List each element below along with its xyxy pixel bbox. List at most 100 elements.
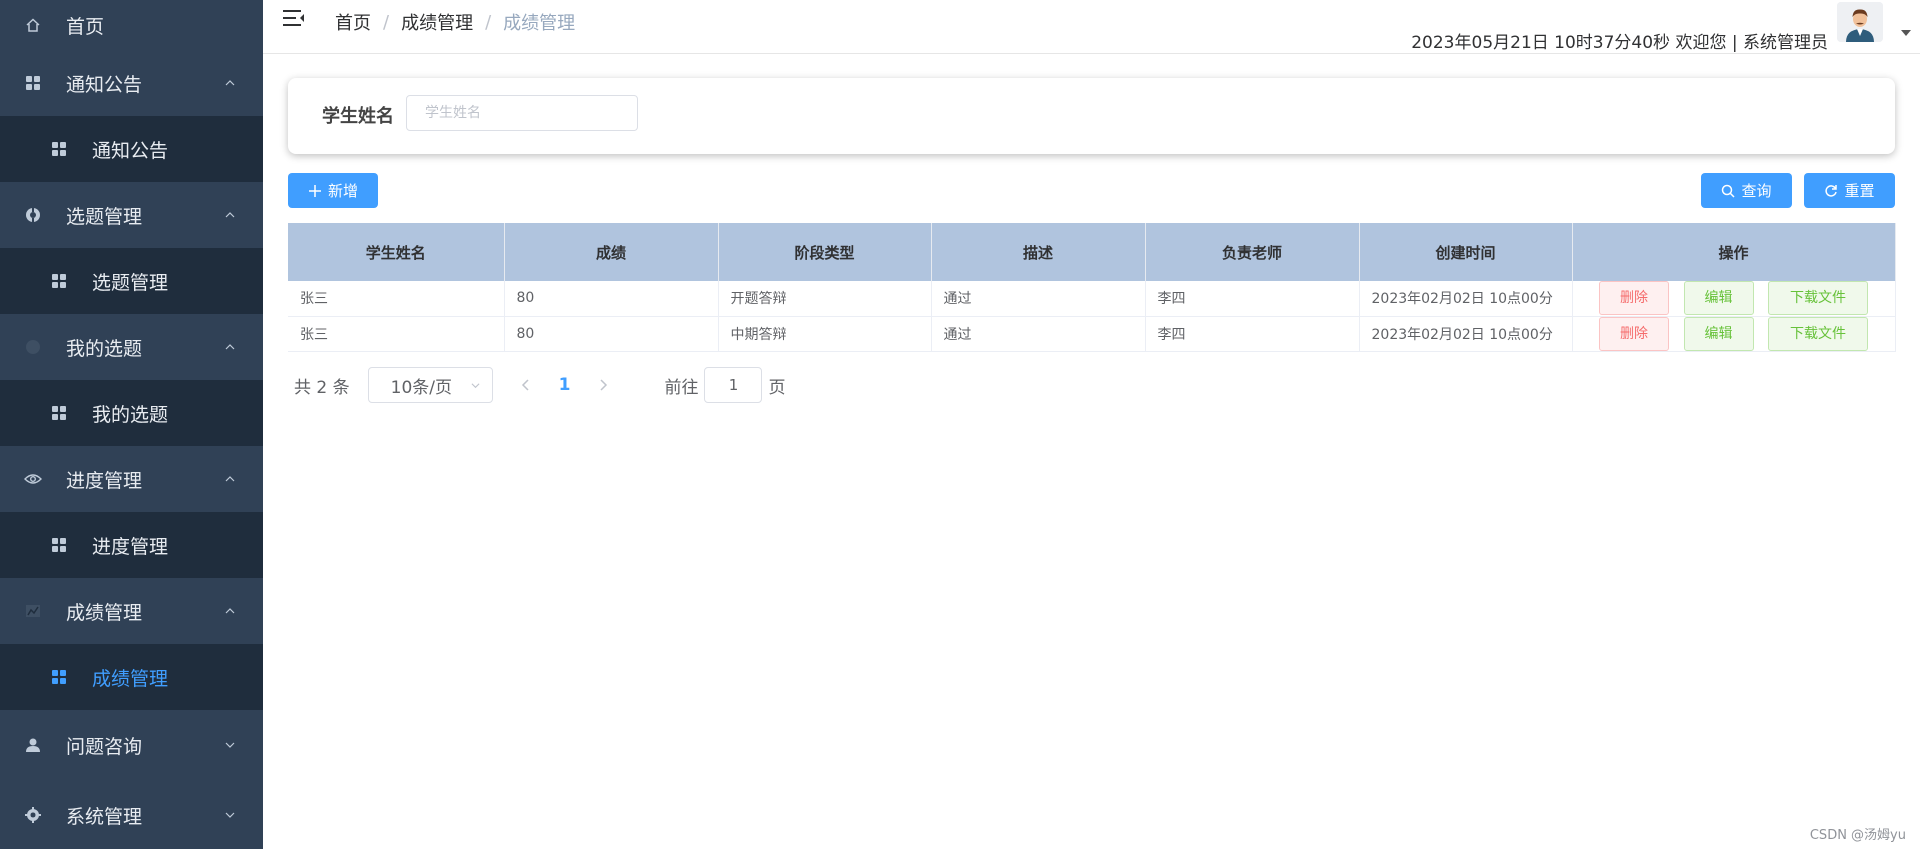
add-button-label: 新增 bbox=[327, 183, 358, 200]
total-count: 共 2 条 bbox=[294, 377, 350, 398]
delete-button[interactable]: 删除 bbox=[1599, 316, 1670, 350]
sidebar-item-label: 成绩管理 bbox=[66, 601, 143, 624]
column-header: 创建时间 bbox=[1359, 223, 1573, 281]
sidebar-item-label: 通知公告 bbox=[66, 73, 143, 96]
sidebar-group-notice[interactable]: 通知公告 bbox=[0, 50, 263, 116]
sidebar-item-label: 进度管理 bbox=[66, 469, 143, 492]
delete-button[interactable]: 删除 bbox=[1599, 281, 1670, 315]
cell-actions: 删除 编辑 下载文件 bbox=[1572, 281, 1896, 317]
sidebar-item-label: 我的选题 bbox=[92, 403, 169, 426]
chevron-up-icon bbox=[225, 212, 235, 218]
cell-created: 2023年02月02日 10点00分 bbox=[1359, 316, 1573, 352]
cell-created: 2023年02月02日 10点00分 bbox=[1359, 281, 1573, 317]
cell-score: 80 bbox=[504, 281, 719, 317]
sidebar-group-topic[interactable]: 选题管理 bbox=[0, 182, 263, 248]
grid-icon bbox=[50, 536, 68, 554]
plus-icon bbox=[308, 184, 321, 197]
goto-page-input[interactable]: 1 bbox=[704, 367, 763, 403]
cell-student: 张三 bbox=[288, 316, 505, 352]
download-file-button[interactable]: 下载文件 bbox=[1767, 316, 1868, 350]
sidebar-item-label: 进度管理 bbox=[92, 535, 169, 558]
add-button[interactable]: 新增 bbox=[288, 173, 378, 208]
cell-teacher: 李四 bbox=[1145, 316, 1360, 352]
next-page-icon[interactable] bbox=[596, 378, 610, 392]
breadcrumb-item-current: 成绩管理 bbox=[503, 13, 576, 34]
target-icon bbox=[24, 206, 42, 224]
cell-stage: 开题答辩 bbox=[718, 281, 932, 317]
goto-page: 前往 1 页 bbox=[664, 367, 785, 403]
sidebar-group-consult[interactable]: 问题咨询 bbox=[0, 710, 263, 780]
eye-icon bbox=[24, 470, 42, 488]
hamburger-icon[interactable] bbox=[283, 9, 305, 27]
welcome-text: 2023年05月21日 10时37分40秒 欢迎您 | 系统管理员 bbox=[1411, 33, 1828, 53]
cell-actions: 删除 编辑 下载文件 bbox=[1572, 316, 1896, 352]
sidebar-group-system[interactable]: 系统管理 bbox=[0, 780, 263, 849]
edit-button[interactable]: 编辑 bbox=[1683, 316, 1754, 350]
cell-teacher: 李四 bbox=[1145, 281, 1360, 317]
page-size-select[interactable]: 10条/页 bbox=[367, 367, 493, 403]
query-button[interactable]: 查询 bbox=[1701, 173, 1792, 208]
chevron-down-icon bbox=[225, 742, 235, 748]
sidebar-item-home[interactable]: 首页 bbox=[0, 0, 263, 50]
sidebar-item-progress[interactable]: 进度管理 bbox=[0, 512, 263, 578]
column-header: 操作 bbox=[1572, 223, 1896, 281]
reset-button-label: 重置 bbox=[1844, 183, 1875, 200]
grid-icon bbox=[50, 404, 68, 422]
breadcrumb: 首页 / 成绩管理 / 成绩管理 bbox=[335, 9, 575, 35]
search-icon bbox=[1722, 184, 1736, 198]
breadcrumb-item-home[interactable]: 首页 bbox=[335, 9, 371, 35]
goto-suffix: 页 bbox=[768, 377, 786, 398]
sidebar-group-score[interactable]: 成绩管理 bbox=[0, 578, 263, 644]
edit-button[interactable]: 编辑 bbox=[1683, 281, 1754, 315]
cell-score: 80 bbox=[504, 316, 719, 352]
gear-icon bbox=[24, 806, 42, 824]
chart-icon bbox=[24, 602, 42, 620]
page-number-current[interactable]: 1 bbox=[559, 375, 571, 395]
watermark: CSDN @汤姆yu bbox=[1809, 828, 1906, 843]
sidebar-item-notice[interactable]: 通知公告 bbox=[0, 116, 263, 182]
table-row: 张三 80 中期答辩 通过 李四 2023年02月02日 10点00分 删除 编… bbox=[288, 316, 1896, 352]
user-icon bbox=[24, 736, 42, 754]
column-header: 学生姓名 bbox=[288, 223, 505, 281]
reset-button[interactable]: 重置 bbox=[1804, 173, 1895, 208]
sidebar: 首页 通知公告 通知公告 选题管理 选题管理 我的选题 我的选题 进度管理 进度… bbox=[0, 0, 263, 849]
sidebar-item-topic[interactable]: 选题管理 bbox=[0, 248, 263, 314]
top-navbar: 首页 / 成绩管理 / 成绩管理 2023年05月21日 10时37分40秒 欢… bbox=[263, 0, 1920, 54]
cell-stage: 中期答辩 bbox=[718, 316, 932, 352]
pagination: 共 2 条 10条/页 1 前往 1 页 bbox=[294, 367, 785, 403]
column-header: 成绩 bbox=[504, 223, 719, 281]
column-header: 负责老师 bbox=[1145, 223, 1360, 281]
grid-icon bbox=[50, 668, 68, 686]
sidebar-group-progress[interactable]: 进度管理 bbox=[0, 446, 263, 512]
search-panel: 学生姓名 bbox=[288, 78, 1895, 154]
download-file-button[interactable]: 下载文件 bbox=[1767, 281, 1868, 315]
table-row: 张三 80 开题答辩 通过 李四 2023年02月02日 10点00分 删除 编… bbox=[288, 281, 1896, 317]
caret-down-icon[interactable] bbox=[1901, 30, 1911, 36]
grid-icon bbox=[24, 74, 42, 92]
chevron-up-icon bbox=[225, 344, 235, 350]
sidebar-item-label: 我的选题 bbox=[66, 337, 143, 360]
sidebar-item-label: 通知公告 bbox=[92, 139, 169, 162]
sidebar-item-label: 系统管理 bbox=[66, 805, 143, 828]
breadcrumb-item-score[interactable]: 成绩管理 bbox=[401, 9, 473, 35]
student-name-label: 学生姓名 bbox=[322, 106, 394, 127]
grid-icon bbox=[50, 272, 68, 290]
sidebar-group-mytopic[interactable]: 我的选题 bbox=[0, 314, 263, 380]
column-header: 描述 bbox=[931, 223, 1146, 281]
score-table: 学生姓名 成绩 阶段类型 描述 负责老师 创建时间 操作 张三 80 开题答辩 … bbox=[288, 223, 1896, 352]
sidebar-item-score[interactable]: 成绩管理 bbox=[0, 644, 263, 710]
cell-student: 张三 bbox=[288, 281, 505, 317]
student-name-input[interactable] bbox=[406, 95, 638, 131]
globe-icon bbox=[24, 338, 42, 356]
refresh-icon bbox=[1825, 184, 1838, 197]
column-header: 阶段类型 bbox=[718, 223, 932, 281]
sidebar-item-mytopic[interactable]: 我的选题 bbox=[0, 380, 263, 446]
chevron-down-icon bbox=[225, 812, 235, 818]
prev-page-icon[interactable] bbox=[519, 378, 533, 392]
sidebar-item-label: 首页 bbox=[66, 15, 105, 38]
chevron-down-icon bbox=[471, 383, 480, 389]
page-size-value: 10条/页 bbox=[390, 377, 452, 398]
avatar[interactable] bbox=[1837, 2, 1883, 42]
chevron-up-icon bbox=[225, 80, 235, 86]
goto-prefix: 前往 bbox=[664, 377, 699, 398]
